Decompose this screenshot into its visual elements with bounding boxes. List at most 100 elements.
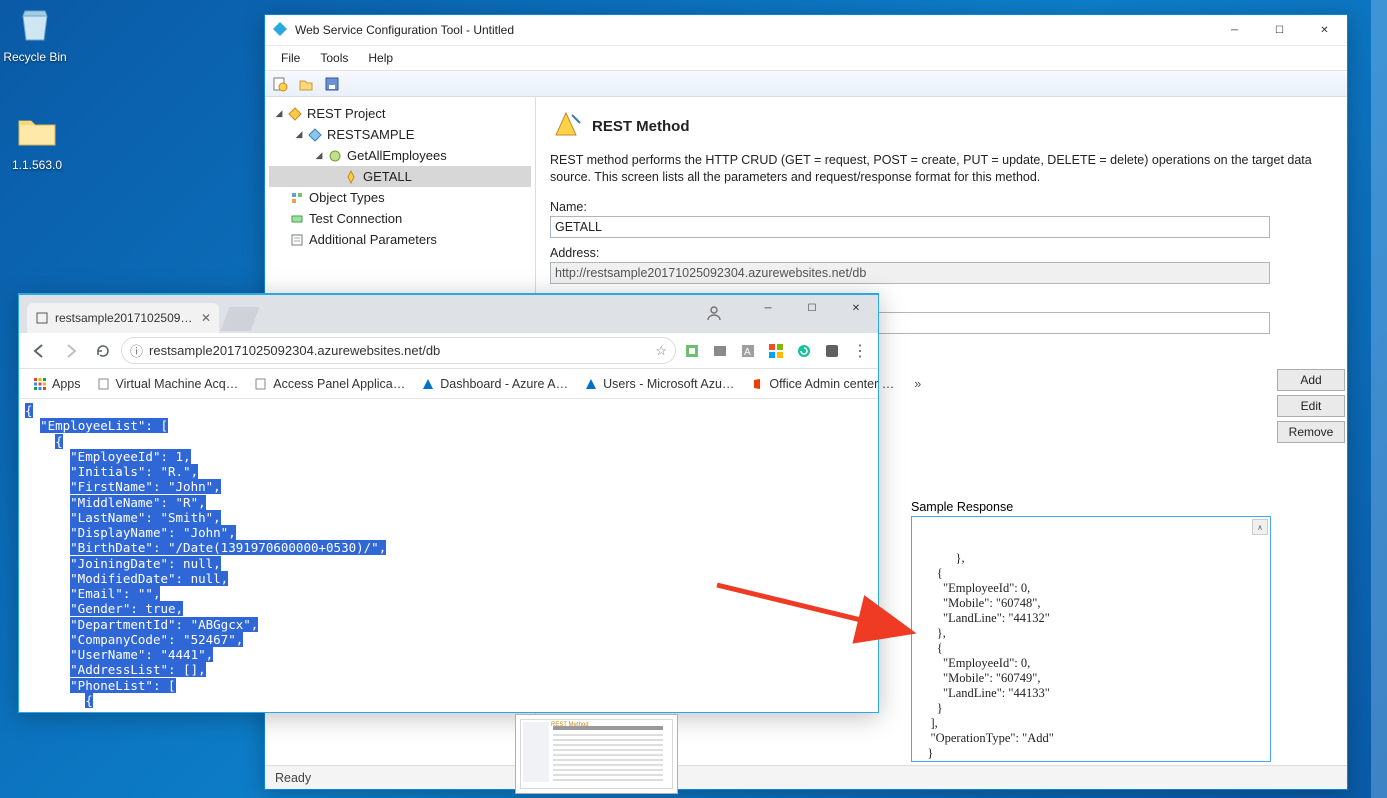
taskbar-thumbnail-preview[interactable]: REST Method xyxy=(515,714,678,794)
url-field[interactable]: ⓘ restsample20171025092304.azurewebsites… xyxy=(121,337,676,364)
browser-content-json[interactable]: { "EmployeeList": [ { "EmployeeId": 1, "… xyxy=(19,399,878,712)
bookmark-office[interactable]: Office Admin center … xyxy=(744,375,900,393)
browser-tabstrip: restsample2017102509… ✕ ─ ☐ ✕ xyxy=(19,295,878,333)
method-icon xyxy=(343,169,359,185)
extension-grammarly-icon[interactable] xyxy=(792,339,816,363)
bookmark-vm[interactable]: Virtual Machine Acq… xyxy=(91,375,245,393)
site-info-icon[interactable]: ⓘ xyxy=(130,341,143,360)
new-tab-button[interactable] xyxy=(221,307,260,331)
extension-icon-2[interactable] xyxy=(708,339,732,363)
desktop-icon-label: 1.1.563.0 xyxy=(2,158,72,172)
collapse-toggle-icon[interactable]: ◢ xyxy=(313,150,325,161)
extension-icon-1[interactable] xyxy=(680,339,704,363)
azure-icon xyxy=(584,377,598,391)
desktop-icon-recycle-bin[interactable]: Recycle Bin xyxy=(0,2,70,64)
browser-maximize-button[interactable]: ☐ xyxy=(790,295,834,321)
browser-address-bar: ⓘ restsample20171025092304.azurewebsites… xyxy=(19,333,878,369)
collapse-toggle-icon[interactable]: ◢ xyxy=(273,108,285,119)
close-button[interactable]: ✕ xyxy=(1302,15,1347,45)
menu-file[interactable]: File xyxy=(271,49,310,67)
tree-label: Additional Parameters xyxy=(309,232,437,247)
browser-window-controls: ─ ☐ ✕ xyxy=(746,295,878,323)
desktop-icon-label: Recycle Bin xyxy=(0,50,70,64)
page-icon xyxy=(97,377,111,391)
tree-node-object-types[interactable]: Object Types xyxy=(269,187,531,208)
page-title: REST Method xyxy=(592,118,690,135)
titlebar: Web Service Configuration Tool - Untitle… xyxy=(265,15,1347,46)
url-text: restsample20171025092304.azurewebsites.n… xyxy=(149,343,440,358)
bookmark-star-icon[interactable]: ☆ xyxy=(655,343,667,359)
apps-icon xyxy=(33,377,47,391)
remove-button[interactable]: Remove xyxy=(1277,421,1345,443)
collapse-toggle-icon[interactable]: ◢ xyxy=(293,129,305,140)
sample-response-text: }, { "EmployeeId": 0, "Mobile": "60748",… xyxy=(918,551,1054,762)
bookmark-apps[interactable]: Apps xyxy=(27,375,87,393)
desktop-icon-folder[interactable]: 1.1.563.0 xyxy=(2,110,72,172)
tab-close-icon[interactable]: ✕ xyxy=(201,311,211,325)
bookmark-access[interactable]: Access Panel Applica… xyxy=(248,375,411,393)
browser-menu-icon[interactable]: ⋮ xyxy=(848,339,872,363)
menu-tools[interactable]: Tools xyxy=(310,49,358,67)
rest-method-icon xyxy=(550,109,582,144)
tree-label: Test Connection xyxy=(309,211,402,226)
recycle-bin-icon xyxy=(13,2,57,46)
bookmarks-overflow-icon[interactable]: » xyxy=(908,377,927,391)
toolbar xyxy=(265,71,1347,97)
toolbar-new-icon[interactable] xyxy=(271,75,289,93)
maximize-button[interactable]: ☐ xyxy=(1257,15,1302,45)
minimize-button[interactable]: ─ xyxy=(1212,15,1257,45)
tree-node-getall[interactable]: GETALL xyxy=(269,166,531,187)
app-icon xyxy=(265,21,295,40)
browser-close-button[interactable]: ✕ xyxy=(834,295,878,321)
scroll-up-button[interactable]: ∧ xyxy=(1252,519,1268,535)
tree-node-test-connection[interactable]: Test Connection xyxy=(269,208,531,229)
menu-help[interactable]: Help xyxy=(358,49,403,67)
bookmark-azure[interactable]: Dashboard - Azure A… xyxy=(415,375,574,393)
bookmark-label: Access Panel Applica… xyxy=(273,377,405,391)
address-label: Address: xyxy=(550,246,1333,260)
address-input xyxy=(550,262,1270,284)
tab-favicon-icon xyxy=(35,311,49,325)
tree-label: Object Types xyxy=(309,190,385,205)
name-input[interactable] xyxy=(550,216,1270,238)
bookmark-label: Apps xyxy=(52,377,81,391)
extension-windows-icon[interactable] xyxy=(764,339,788,363)
edit-button[interactable]: Edit xyxy=(1277,395,1345,417)
browser-window: restsample2017102509… ✕ ─ ☐ ✕ ⓘ restsamp… xyxy=(18,293,879,713)
add-button[interactable]: Add xyxy=(1277,369,1345,391)
tree-node-restsample[interactable]: ◢ RESTSAMPLE xyxy=(269,124,531,145)
back-button[interactable] xyxy=(25,337,53,365)
toolbar-open-icon[interactable] xyxy=(297,75,315,93)
parameters-icon xyxy=(289,232,305,248)
tree-node-getallemployees[interactable]: ◢ GetAllEmployees xyxy=(269,145,531,166)
status-text: Ready xyxy=(275,771,311,785)
toolbar-save-icon[interactable] xyxy=(323,75,341,93)
office-icon xyxy=(750,377,764,391)
window-title: Web Service Configuration Tool - Untitle… xyxy=(295,23,1212,37)
sample-response-block: Sample Response ∧ }, { "EmployeeId": 0, … xyxy=(911,500,1271,762)
sample-icon xyxy=(307,127,323,143)
bookmark-label: Office Admin center … xyxy=(769,377,894,391)
tree-node-rest-project[interactable]: ◢ REST Project xyxy=(269,103,531,124)
screen-edge-highlight xyxy=(1371,0,1387,798)
project-icon xyxy=(287,106,303,122)
folder-icon xyxy=(15,110,59,154)
svg-text:A: A xyxy=(744,347,751,358)
test-connection-icon xyxy=(289,211,305,227)
sample-response-label: Sample Response xyxy=(911,500,1271,514)
profile-icon[interactable] xyxy=(702,301,726,325)
azure-icon xyxy=(421,377,435,391)
reload-button[interactable] xyxy=(89,337,117,365)
tree-node-additional-params[interactable]: Additional Parameters xyxy=(269,229,531,250)
statusbar: Ready xyxy=(265,765,1347,789)
extension-icon-3[interactable]: A xyxy=(736,339,760,363)
bookmark-label: Dashboard - Azure A… xyxy=(440,377,568,391)
tree-label: RESTSAMPLE xyxy=(327,127,414,142)
bookmark-users[interactable]: Users - Microsoft Azu… xyxy=(578,375,740,393)
browser-minimize-button[interactable]: ─ xyxy=(746,295,790,321)
sample-response-textbox[interactable]: ∧ }, { "EmployeeId": 0, "Mobile": "60748… xyxy=(911,516,1271,762)
extension-icon-6[interactable] xyxy=(820,339,844,363)
tree-label: GETALL xyxy=(363,169,412,184)
forward-button xyxy=(57,337,85,365)
browser-tab[interactable]: restsample2017102509… ✕ xyxy=(27,303,219,333)
